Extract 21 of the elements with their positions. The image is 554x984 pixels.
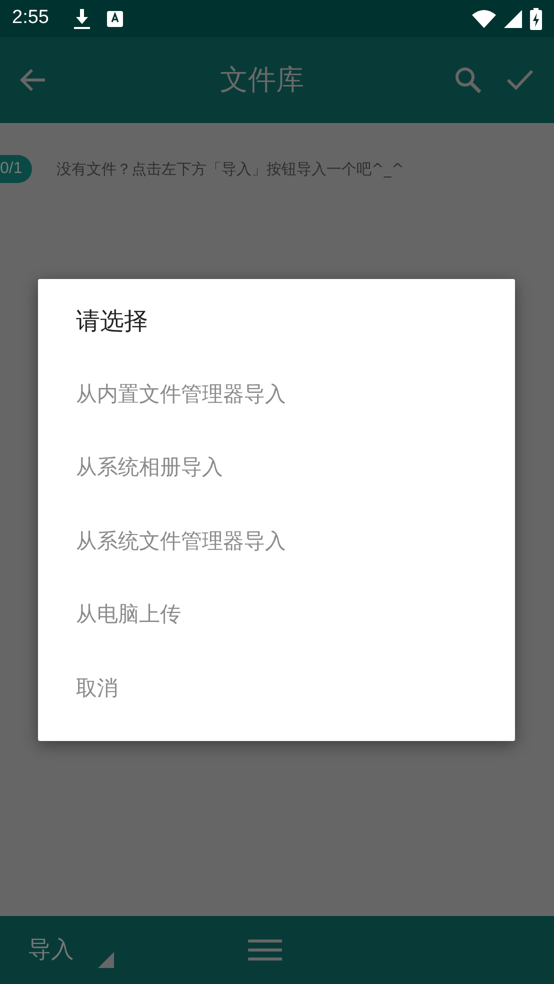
- dialog-option[interactable]: 从内置文件管理器导入: [38, 358, 515, 432]
- empty-hint: 没有文件？点击左下方「导入」按钮导入一个吧^_^: [56, 158, 404, 180]
- dialog-option[interactable]: 从电脑上传: [38, 578, 515, 652]
- signal-icon: [504, 10, 522, 28]
- back-button[interactable]: [20, 68, 46, 92]
- menu-button[interactable]: [248, 939, 282, 961]
- dropdown-corner-icon: [98, 952, 114, 968]
- download-icon: [72, 8, 91, 28]
- dialog-option[interactable]: 取消: [38, 652, 515, 726]
- battery-icon: [530, 8, 542, 30]
- dialog-option[interactable]: 从系统相册导入: [38, 431, 515, 505]
- file-counter-badge: 0/1: [0, 155, 32, 183]
- wifi-icon: [472, 10, 496, 28]
- keyboard-a-icon: [106, 10, 123, 26]
- import-button[interactable]: 导入: [28, 932, 74, 968]
- search-button[interactable]: [454, 66, 482, 94]
- toolbar-title: 文件库: [219, 62, 305, 98]
- status-time: 2:55: [12, 6, 49, 30]
- dialog-title: 请选择: [75, 307, 149, 337]
- dialog-option[interactable]: 从系统文件管理器导入: [38, 504, 515, 578]
- confirm-button[interactable]: [506, 69, 534, 91]
